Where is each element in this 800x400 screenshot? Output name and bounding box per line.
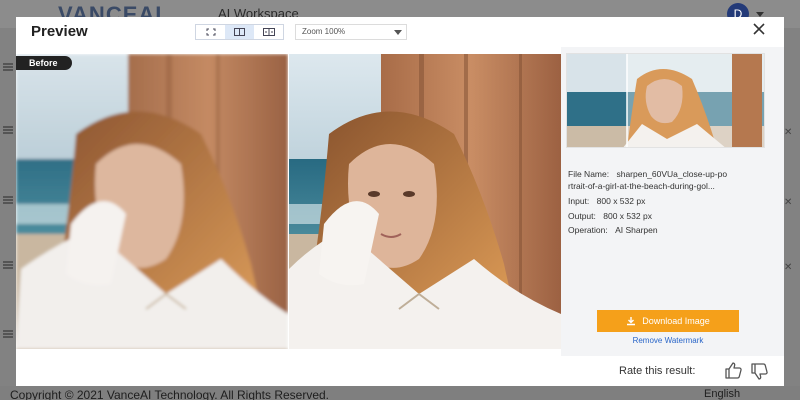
operation-label: Operation: <box>568 225 608 235</box>
close-icon[interactable] <box>751 21 767 37</box>
compare-icon <box>262 28 275 36</box>
output-value: 800 x 532 px <box>603 211 652 221</box>
language-selector[interactable]: English <box>704 388 740 400</box>
thumbs-up-icon[interactable] <box>724 360 744 380</box>
after-image <box>289 54 561 349</box>
menu-icon[interactable] <box>3 261 13 263</box>
menu-icon[interactable] <box>3 330 13 332</box>
output-label: Output: <box>568 211 596 221</box>
view-mode-switcher <box>195 24 284 40</box>
portrait-photo-before <box>16 54 288 349</box>
file-name-value: sharpen_60VUa_close-up-po <box>616 169 728 179</box>
download-button-label: Download Image <box>642 316 710 326</box>
operation-value: AI Sharpen <box>615 225 658 235</box>
delete-icon[interactable]: ✕ <box>784 262 792 273</box>
split-view-icon <box>234 28 245 36</box>
download-image-button[interactable]: Download Image <box>597 310 739 332</box>
file-name-row: File Name: sharpen_60VUa_close-up-po <box>568 169 727 179</box>
before-image: Before <box>16 54 288 349</box>
chevron-down-icon <box>394 30 402 35</box>
rate-result-label: Rate this result: <box>619 365 696 377</box>
download-icon <box>627 317 636 326</box>
thumbs-down-icon[interactable] <box>750 362 770 382</box>
single-view-button[interactable] <box>196 25 225 39</box>
delete-icon[interactable]: ✕ <box>784 197 792 208</box>
file-name-value-continued: rtrait-of-a-girl-at-the-beach-during-gol… <box>568 181 715 191</box>
portrait-photo-after <box>289 54 561 349</box>
preview-modal: Preview Zoom 100% Before File Name: shar… <box>16 17 784 386</box>
file-name-row-continued: rtrait-of-a-girl-at-the-beach-during-gol… <box>568 181 715 191</box>
footer-copyright: Copyright © 2021 VanceAI Technology. All… <box>10 388 330 400</box>
delete-icon[interactable]: ✕ <box>784 127 792 138</box>
zoom-label: Zoom 100% <box>302 27 346 36</box>
input-size-row: Input: 800 x 532 px <box>568 196 645 206</box>
output-size-row: Output: 800 x 532 px <box>568 211 652 221</box>
fullscreen-icon <box>206 28 215 36</box>
thumbnail-photo <box>567 54 764 147</box>
menu-icon[interactable] <box>3 196 13 198</box>
operation-row: Operation: AI Sharpen <box>568 225 658 235</box>
side-by-side-button[interactable] <box>254 25 283 39</box>
input-value: 800 x 532 px <box>596 196 646 206</box>
input-label: Input: <box>568 196 590 206</box>
info-panel: File Name: sharpen_60VUa_close-up-po rtr… <box>561 47 784 356</box>
left-sidebar <box>0 28 16 386</box>
modal-title: Preview <box>31 23 88 40</box>
split-view-button[interactable] <box>225 25 254 39</box>
remove-watermark-link[interactable]: Remove Watermark <box>561 336 775 345</box>
menu-icon[interactable] <box>3 126 13 128</box>
zoom-select[interactable]: Zoom 100% <box>295 24 407 40</box>
menu-icon[interactable] <box>3 63 13 65</box>
comparison-thumbnail[interactable] <box>566 53 765 148</box>
before-badge: Before <box>16 56 72 70</box>
file-name-label: File Name: <box>568 169 610 179</box>
